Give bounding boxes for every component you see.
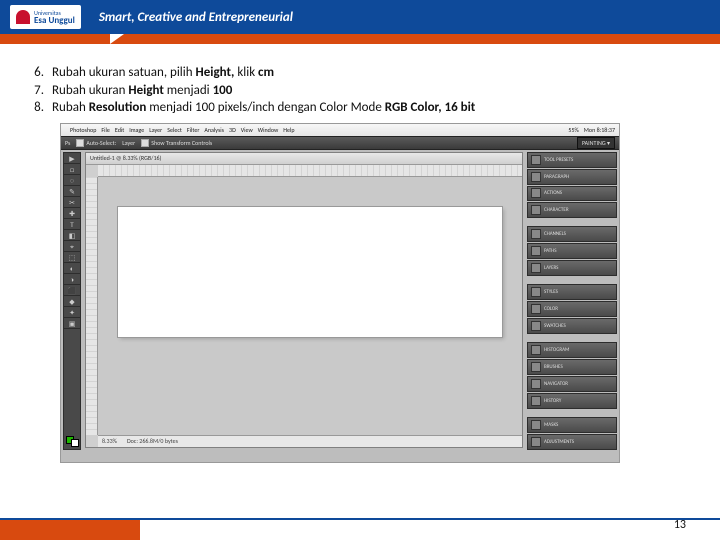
- panel-tab[interactable]: ADJUSTMENTS: [527, 434, 617, 450]
- menu-item[interactable]: Layer: [149, 126, 162, 134]
- ps-icon: Ps: [65, 139, 70, 147]
- show-transform-checkbox[interactable]: Show Transform Controls: [141, 139, 212, 147]
- panel-tab[interactable]: SWATCHES: [527, 318, 617, 334]
- tool-button[interactable]: ◐: [64, 263, 80, 274]
- university-name: Esa Unggul: [34, 15, 75, 26]
- menu-item[interactable]: File: [101, 126, 110, 134]
- photoshop-toolbox: ▶ □ ◌ ✎ ✂ ✚ T ◧ ⌖ ⬚ ◐ ◑ ⬛ ◆ ✦ ▣: [63, 152, 81, 450]
- menu-item[interactable]: 3D: [229, 126, 236, 134]
- panel-tab[interactable]: HISTORY: [527, 393, 617, 409]
- workspace-switcher[interactable]: PAINTING ▾: [577, 137, 615, 149]
- panel-tab[interactable]: CHANNELS: [527, 226, 617, 242]
- tool-button[interactable]: ▣: [64, 318, 80, 329]
- tool-button[interactable]: ▶: [64, 153, 80, 164]
- instruction-number: 7.: [30, 82, 52, 100]
- menu-item[interactable]: Photoshop: [70, 126, 96, 134]
- tool-button[interactable]: ◆: [64, 296, 80, 307]
- tool-button[interactable]: ◑: [64, 274, 80, 285]
- panel-tab[interactable]: PATHS: [527, 243, 617, 259]
- slide-header: Universitas Esa Unggul Smart, Creative a…: [0, 0, 720, 34]
- tool-button[interactable]: □: [64, 164, 80, 175]
- tool-button[interactable]: ✎: [64, 186, 80, 197]
- status-bar: 8.33% Doc: 266.8M/0 bytes: [98, 435, 522, 447]
- instruction-number: 8.: [30, 99, 52, 117]
- tool-button[interactable]: ◌: [64, 175, 80, 186]
- panel-tab[interactable]: COLOR: [527, 301, 617, 317]
- ruler-vertical: [86, 177, 98, 435]
- orange-accent-bar: [0, 34, 720, 44]
- panel-tab[interactable]: CHARACTER: [527, 202, 617, 218]
- slide-content: 6. Rubah ukuran satuan, pilih Height, kl…: [0, 44, 720, 463]
- doc-size: Doc: 266.8M/0 bytes: [127, 437, 178, 445]
- instruction-number: 6.: [30, 64, 52, 82]
- tool-button[interactable]: ⬚: [64, 252, 80, 263]
- panel-tab[interactable]: STYLES: [527, 284, 617, 300]
- instruction-text: Rubah ukuran Height menjadi 100: [52, 82, 232, 100]
- photoshop-workarea: Untitled-1 @ 8.33% (RGB/16) 8.33% Doc: 2…: [81, 150, 527, 452]
- tool-button[interactable]: ✦: [64, 307, 80, 318]
- panel-tab[interactable]: NAVIGATOR: [527, 376, 617, 392]
- instruction-item: 8. Rubah Resolution menjadi 100 pixels/i…: [30, 99, 690, 117]
- tool-button[interactable]: ✂: [64, 197, 80, 208]
- mac-menubar: Photoshop File Edit Image Layer Select F…: [61, 124, 619, 136]
- university-logo: Universitas Esa Unggul: [10, 5, 81, 29]
- menu-item[interactable]: View: [241, 126, 253, 134]
- menu-item[interactable]: Select: [167, 126, 182, 134]
- footer-accent: [0, 520, 140, 540]
- panel-dock: TOOL PRESETS PARAGRAPH ACTIONS CHARACTER…: [527, 152, 617, 450]
- panel-tab[interactable]: ACTIONS: [527, 186, 617, 202]
- menu-item[interactable]: Window: [258, 126, 278, 134]
- photoshop-options-bar: Ps Auto-Select: Layer Show Transform Con…: [61, 136, 619, 150]
- tool-button[interactable]: ⌖: [64, 241, 80, 252]
- menu-item[interactable]: Filter: [187, 126, 200, 134]
- instruction-text: Rubah Resolution menjadi 100 pixels/inch…: [52, 99, 475, 117]
- panel-tab[interactable]: BRUSHES: [527, 359, 617, 375]
- canvas[interactable]: [118, 207, 502, 337]
- panel-tab[interactable]: LAYERS: [527, 260, 617, 276]
- panel-tab[interactable]: HISTOGRAM: [527, 342, 617, 358]
- instruction-item: 6. Rubah ukuran satuan, pilih Height, kl…: [30, 64, 690, 82]
- instruction-text: Rubah ukuran satuan, pilih Height, klik …: [52, 64, 274, 82]
- zoom-level[interactable]: 8.33%: [102, 437, 117, 445]
- tagline: Smart, Creative and Entrepreneurial: [99, 10, 293, 25]
- tool-button[interactable]: ⬛: [64, 285, 80, 296]
- clock: Mon 8:18:37: [584, 126, 615, 134]
- auto-select-checkbox[interactable]: Auto-Select:: [76, 139, 116, 147]
- document-window: Untitled-1 @ 8.33% (RGB/16) 8.33% Doc: 2…: [85, 152, 523, 448]
- esa-unggul-icon: [16, 10, 30, 24]
- auto-select-dropdown[interactable]: Layer: [122, 139, 135, 147]
- menu-item[interactable]: Help: [283, 126, 294, 134]
- menu-item[interactable]: Analysis: [204, 126, 224, 134]
- panel-tab[interactable]: PARAGRAPH: [527, 169, 617, 185]
- panel-tab[interactable]: TOOL PRESETS: [527, 152, 617, 168]
- document-tab[interactable]: Untitled-1 @ 8.33% (RGB/16): [86, 153, 522, 165]
- canvas-background: [98, 177, 522, 435]
- tool-button[interactable]: ✚: [64, 208, 80, 219]
- tool-button[interactable]: ◧: [64, 230, 80, 241]
- instruction-list: 6. Rubah ukuran satuan, pilih Height, kl…: [30, 64, 690, 117]
- slide-footer: 13: [0, 518, 720, 540]
- page-number: 13: [674, 518, 686, 532]
- battery-status: 55%: [568, 126, 578, 134]
- menu-item[interactable]: Edit: [115, 126, 124, 134]
- menu-item[interactable]: Image: [129, 126, 144, 134]
- tool-button[interactable]: T: [64, 219, 80, 230]
- instruction-item: 7. Rubah ukuran Height menjadi 100: [30, 82, 690, 100]
- color-swatches[interactable]: [64, 434, 80, 449]
- photoshop-screenshot: Photoshop File Edit Image Layer Select F…: [60, 123, 620, 463]
- background-color[interactable]: [71, 439, 79, 447]
- panel-tab[interactable]: MASKS: [527, 417, 617, 433]
- ruler-horizontal: [98, 165, 522, 177]
